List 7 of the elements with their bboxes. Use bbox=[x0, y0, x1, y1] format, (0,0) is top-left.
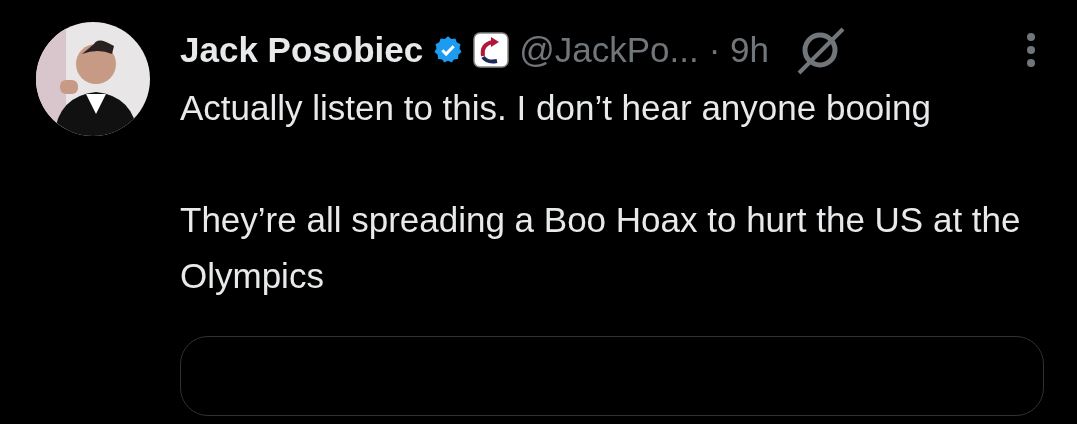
affiliate-badge-icon bbox=[473, 32, 510, 68]
author-name[interactable]: Jack Posobiec bbox=[180, 30, 424, 70]
post-text: Actually listen to this. I don’t hear anyone booing bbox=[180, 87, 933, 129]
post-time[interactable]: · 9h bbox=[708, 30, 769, 70]
author-handle[interactable]: @JackPo... bbox=[519, 30, 699, 70]
post-text: They’re all spreading a Boo Hoax to hurt the US at the Olympics bbox=[180, 199, 1022, 297]
more-options-icon[interactable] bbox=[1026, 32, 1036, 68]
